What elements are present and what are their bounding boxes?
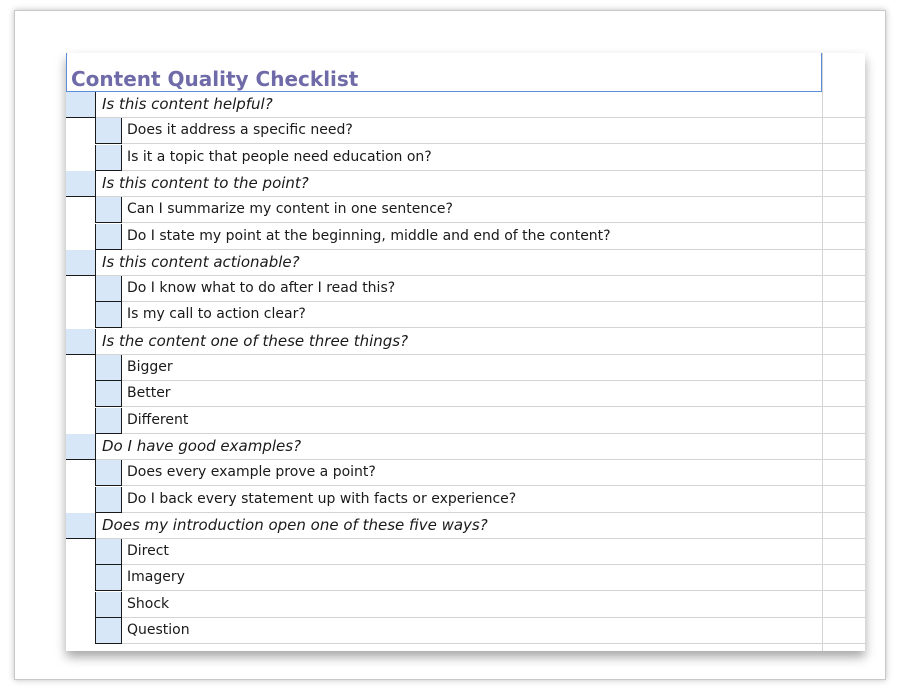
checklist-item-row: Better [66, 381, 865, 408]
item-checkbox[interactable] [96, 486, 122, 513]
checklist-item-row: Shock [66, 591, 865, 618]
indent-cell [66, 460, 96, 487]
checklist-item-row: Is it a topic that people need education… [66, 144, 865, 171]
question-row: Do I have good examples? [66, 433, 865, 460]
question-checkbox[interactable] [66, 170, 96, 197]
question-checkbox[interactable] [66, 249, 96, 276]
item-text: Do I know what to do after I read this? [127, 280, 396, 297]
indent-cell [66, 276, 96, 303]
item-text: Is my call to action clear? [127, 306, 306, 323]
item-text: Does it address a specific need? [127, 122, 353, 139]
checklist-item-row: Question [66, 618, 865, 644]
title-cell[interactable]: Content Quality Checklist [66, 53, 822, 92]
item-checkbox[interactable] [96, 118, 122, 145]
question-checkbox[interactable] [66, 328, 96, 355]
checklist-item-row: Do I state my point at the beginning, mi… [66, 223, 865, 250]
checklist-item-row: Imagery [66, 565, 865, 592]
indent-cell [66, 591, 96, 618]
question-text: Is this content helpful? [102, 95, 273, 113]
checklist-sheet: Content Quality Checklist Is this conten… [66, 53, 865, 651]
item-checkbox[interactable] [96, 618, 122, 644]
item-text: Direct [127, 543, 169, 560]
question-text: Do I have good examples? [102, 436, 302, 455]
question-checkbox[interactable] [66, 433, 96, 460]
item-text: Does every example prove a point? [127, 464, 376, 481]
indent-cell [66, 618, 96, 644]
item-checkbox[interactable] [96, 407, 122, 434]
indent-cell [66, 539, 96, 566]
item-checkbox[interactable] [96, 591, 122, 618]
checklist-item-row: Can I summarize my content in one senten… [66, 197, 865, 224]
question-row: Is this content helpful? [66, 92, 865, 118]
checklist-item-row: Does it address a specific need? [66, 118, 865, 145]
question-text: Is this content actionable? [102, 252, 300, 271]
item-text: Better [127, 385, 171, 402]
question-text: Is the content one of these three things… [102, 331, 409, 350]
question-row: Is the content one of these three things… [66, 328, 865, 355]
item-text: Shock [127, 595, 170, 612]
indent-cell [66, 407, 96, 434]
indent-cell [66, 197, 96, 224]
checklist-item-row: Is my call to action clear? [66, 302, 865, 329]
item-text: Do I state my point at the beginning, mi… [127, 227, 611, 244]
item-checkbox[interactable] [96, 355, 122, 381]
indent-cell [66, 302, 96, 329]
item-checkbox[interactable] [96, 539, 122, 566]
item-text: Is it a topic that people need education… [127, 148, 432, 165]
indent-cell [66, 144, 96, 171]
question-row: Is this content actionable? [66, 249, 865, 276]
item-text: Imagery [127, 569, 185, 586]
question-row: Does my introduction open one of these f… [66, 512, 865, 539]
page-title: Content Quality Checklist [71, 67, 359, 91]
document-frame: Content Quality Checklist Is this conten… [14, 10, 886, 680]
item-text: Different [127, 411, 189, 428]
checklist-item-row: Different [66, 407, 865, 434]
item-text: Question [127, 622, 190, 638]
item-checkbox[interactable] [96, 302, 122, 329]
indent-cell [66, 381, 96, 408]
indent-cell [66, 355, 96, 381]
indent-cell [66, 565, 96, 592]
item-text: Can I summarize my content in one senten… [127, 201, 453, 218]
item-checkbox[interactable] [96, 460, 122, 487]
item-checkbox[interactable] [96, 144, 122, 171]
checklist-item-row: Do I know what to do after I read this? [66, 276, 865, 303]
checklist-item-row: Does every example prove a point? [66, 460, 865, 487]
question-checkbox[interactable] [66, 512, 96, 539]
checklist-item-row: Direct [66, 539, 865, 566]
item-checkbox[interactable] [96, 197, 122, 224]
question-text: Is this content to the point? [102, 173, 309, 192]
item-checkbox[interactable] [96, 381, 122, 408]
item-text: Bigger [127, 359, 173, 375]
indent-cell [66, 486, 96, 513]
indent-cell [66, 223, 96, 250]
question-text: Does my introduction open one of these f… [102, 515, 488, 534]
item-checkbox[interactable] [96, 223, 122, 250]
item-checkbox[interactable] [96, 276, 122, 303]
question-row: Is this content to the point? [66, 170, 865, 197]
indent-cell [66, 118, 96, 145]
question-checkbox[interactable] [66, 92, 96, 118]
item-checkbox[interactable] [96, 565, 122, 592]
checklist-item-row: Bigger [66, 355, 865, 381]
item-text: Do I back every statement up with facts … [127, 490, 517, 507]
checklist-item-row: Do I back every statement up with facts … [66, 486, 865, 513]
